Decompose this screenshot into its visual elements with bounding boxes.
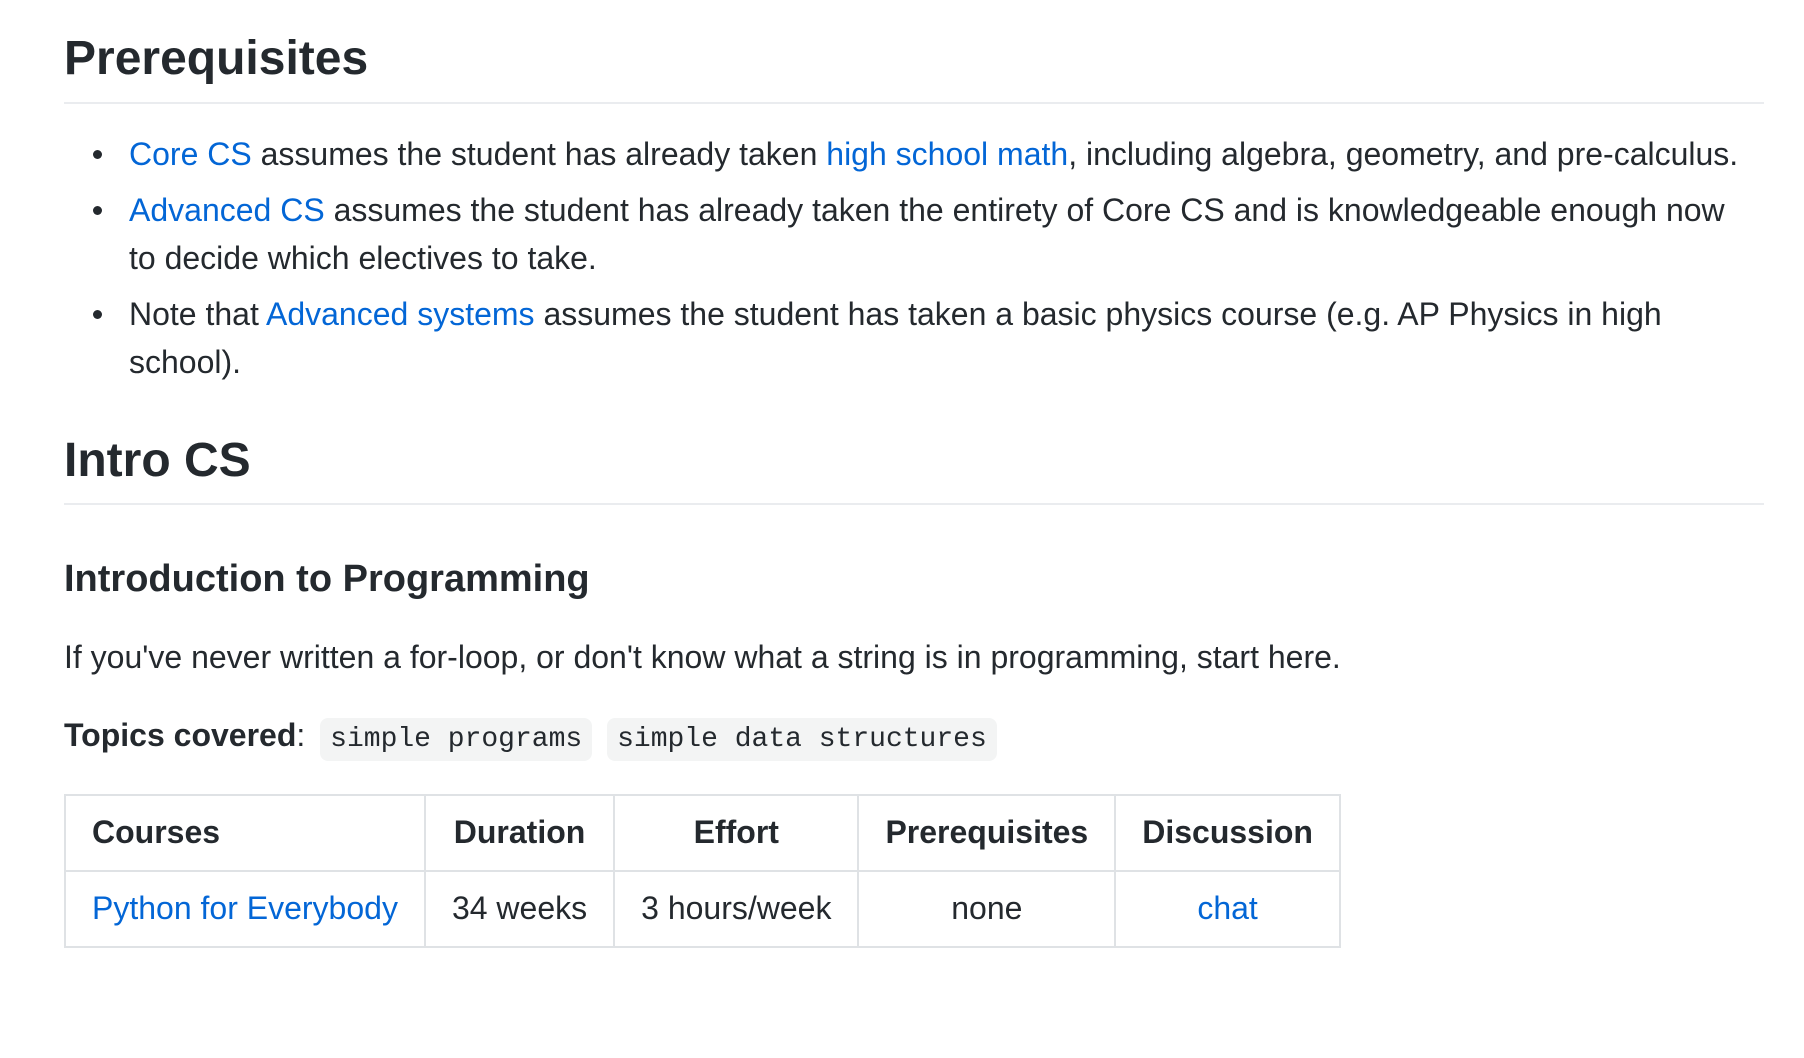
intro-cs-heading-block: Intro CS [64,432,1764,506]
introduction-to-programming-heading: Introduction to Programming [64,558,590,601]
topics-covered: Topics covered: simple programs simple d… [64,711,1764,764]
bullet-icon [93,205,102,215]
core-cs-link[interactable]: Core CS [129,136,252,172]
list-item: Note that Advanced systems assumes the s… [64,290,1749,386]
column-header-courses: Courses [64,793,426,872]
list-item-text: assumes the student has already taken [251,135,827,172]
high-school-math-link[interactable]: high school math [826,136,1068,172]
prerequisites-list: Core CS assumes the student has already … [64,130,1764,386]
column-header-effort: Effort [613,793,860,872]
list-item-text: assumes the student has already taken th… [129,191,1725,276]
topics-covered-colon: : [296,716,306,753]
bullet-icon [93,149,102,159]
table-header-row: Courses Duration Effort Prerequisites Di… [64,793,1341,872]
intro-cs-heading: Intro CS [64,433,251,487]
topic-tag: simple programs [320,717,593,761]
table-row: Python for Everybody 34 weeks 3 hours/we… [64,869,1341,948]
topic-tag: simple data structures [607,717,997,761]
prerequisites-heading-block: Prerequisites [64,0,1764,104]
prerequisites-heading: Prerequisites [64,32,369,85]
duration-cell: 34 weeks [423,869,616,948]
python-for-everybody-link[interactable]: Python for Everybody [92,890,398,926]
column-header-discussion: Discussion [1114,793,1341,872]
list-item-text: , including algebra, geometry, and pre-c… [1068,135,1739,172]
list-item: Advanced CS assumes the student has alre… [64,186,1749,282]
bullet-icon [93,309,102,319]
discussion-cell: chat [1114,869,1341,948]
effort-cell: 3 hours/week [613,869,860,948]
course-cell: Python for Everybody [64,869,426,948]
courses-table: Courses Duration Effort Prerequisites Di… [64,793,1341,948]
topics-covered-label: Topics covered [64,716,297,753]
chat-link[interactable]: chat [1197,890,1257,926]
column-header-duration: Duration [423,793,616,872]
list-item-text: Note that [129,295,266,332]
list-item: Core CS assumes the student has already … [64,130,1749,178]
advanced-cs-link[interactable]: Advanced CS [129,192,325,228]
prerequisites-cell: none [857,869,1117,948]
intro-description: If you've never written a for-loop, or d… [64,638,1341,675]
advanced-systems-link[interactable]: Advanced systems [266,296,535,332]
markdown-body: Prerequisites Core CS assumes the studen… [0,0,1764,948]
column-header-prerequisites: Prerequisites [857,793,1117,872]
